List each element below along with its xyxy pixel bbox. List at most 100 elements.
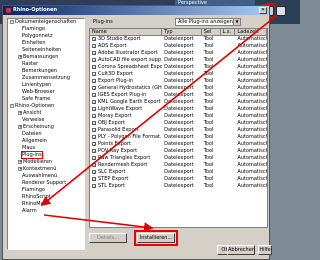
tree-item[interactable]: Flamingo bbox=[8, 187, 84, 194]
table-row[interactable]: STEP Export Dateiexport Tool Automatisch bbox=[90, 176, 267, 183]
tree-item[interactable]: RhinoMail bbox=[8, 201, 84, 208]
enabled-checkbox[interactable] bbox=[92, 71, 96, 76]
tree-item[interactable]: - Dokumenteigenschaften bbox=[8, 19, 84, 26]
enabled-checkbox[interactable] bbox=[92, 113, 96, 118]
close-button[interactable]: ✕ bbox=[259, 7, 267, 14]
tree-item[interactable]: +Erscheinung bbox=[8, 124, 84, 131]
tree-item[interactable]: Plug-ins bbox=[8, 151, 84, 159]
table-row[interactable]: Rendermesh Export Dateiexport Tool Automati… bbox=[90, 162, 267, 169]
enabled-checkbox[interactable] bbox=[92, 127, 96, 132]
table-row[interactable]: SLC Export Dateiexport Tool Automatisch bbox=[90, 169, 267, 176]
enabled-checkbox[interactable] bbox=[92, 162, 96, 167]
enabled-checkbox[interactable] bbox=[92, 43, 96, 48]
column-header-type[interactable]: Typ bbox=[162, 29, 202, 35]
expand-icon[interactable]: + bbox=[18, 159, 22, 164]
help-button[interactable]: Hilfe bbox=[258, 245, 272, 255]
column-header-ls[interactable]: L.s. bbox=[221, 29, 236, 35]
column-header-sel[interactable]: Sel bbox=[202, 29, 221, 35]
tree-item[interactable]: Dateien bbox=[8, 131, 84, 138]
column-header-loadtime[interactable]: Ladezeit bbox=[235, 29, 267, 35]
tree-item[interactable]: Safe Frame bbox=[8, 96, 84, 103]
tree-item[interactable]: Auswahlmenü bbox=[8, 173, 84, 180]
enabled-checkbox[interactable] bbox=[92, 106, 96, 111]
tree-item[interactable]: Polygonnetz bbox=[8, 33, 84, 40]
table-row[interactable]: KML Google Earth ExportDateiexport Tool Au… bbox=[90, 99, 267, 106]
enabled-checkbox[interactable] bbox=[92, 78, 96, 83]
tree-item[interactable]: Seiteneinheiten bbox=[8, 47, 84, 54]
details-button[interactable]: Details... bbox=[89, 233, 127, 243]
tree-item-label: Safe Frame bbox=[22, 96, 51, 102]
table-row[interactable]: OBJ Export Dateiexport Tool Automatisch bbox=[90, 120, 267, 127]
plugin-ls-cell bbox=[221, 176, 236, 183]
enabled-checkbox[interactable] bbox=[92, 57, 96, 62]
tree-item[interactable]: Renderer Support bbox=[8, 180, 84, 187]
enabled-checkbox[interactable] bbox=[92, 141, 96, 146]
tree-item[interactable]: Allgemein bbox=[8, 138, 84, 145]
table-row[interactable]: LightWave Export Dateiexport Tool Automatis… bbox=[90, 106, 267, 113]
plugin-sel-cell: Tool bbox=[203, 36, 214, 42]
table-row[interactable]: POV-Ray Export Dateiexport Tool Automatisch bbox=[90, 148, 267, 155]
options-tree[interactable]: - Dokumenteigenschaften Flamingo Polygonnet… bbox=[7, 18, 85, 250]
tree-item[interactable]: Flamingo bbox=[8, 26, 84, 33]
enabled-checkbox[interactable] bbox=[92, 85, 96, 90]
tree-item[interactable]: Web-Browser bbox=[8, 89, 84, 96]
enabled-checkbox[interactable] bbox=[92, 183, 96, 188]
table-row[interactable]: AutoCAD file export supp...Dateiexport To… bbox=[90, 57, 267, 64]
tree-item[interactable]: Zusammensetzung bbox=[8, 75, 84, 82]
collapse-icon[interactable]: - bbox=[10, 103, 14, 108]
column-header-name[interactable]: Name bbox=[90, 29, 163, 35]
table-row[interactable]: Moray Export Dateiexport Tool Automatisch bbox=[90, 113, 267, 120]
table-row[interactable]: 3D Studio Export Dateiexport Tool Automatis… bbox=[90, 36, 267, 43]
tree-item[interactable]: +Kontextmenü bbox=[8, 166, 84, 173]
tree-item[interactable]: Bemerkungen bbox=[8, 68, 84, 75]
plugin-loadtime-cell: Automatisch bbox=[237, 57, 267, 63]
expand-icon[interactable]: + bbox=[18, 54, 22, 59]
tree-item[interactable]: Maus bbox=[8, 145, 84, 152]
expand-icon[interactable]: + bbox=[18, 124, 22, 129]
table-row[interactable]: General Hydrostatics (GH...Dateiexport To… bbox=[90, 85, 267, 92]
toolbar-tool-icon[interactable] bbox=[276, 6, 286, 16]
table-row[interactable]: Parasolid Export Dateiexport Tool Automatis… bbox=[90, 127, 267, 134]
tree-item[interactable]: +Bemassungen bbox=[8, 54, 84, 61]
cancel-button[interactable]: Abbrechen bbox=[227, 245, 255, 255]
chevron-down-icon[interactable]: ▼ bbox=[233, 19, 240, 25]
table-row[interactable]: STL Export Dateiexport Tool Automatisch bbox=[90, 183, 267, 190]
tree-item[interactable]: +Ansicht bbox=[8, 110, 84, 117]
plugin-loadtime-cell: Automatisch bbox=[237, 36, 267, 42]
enabled-checkbox[interactable] bbox=[92, 169, 96, 174]
table-row[interactable]: Export Plug-in Dateiexport Tool Automatisch bbox=[90, 78, 267, 85]
enabled-checkbox[interactable] bbox=[92, 120, 96, 125]
enabled-checkbox[interactable] bbox=[92, 64, 96, 69]
table-row[interactable]: ADS Export Dateiexport Tool Automatisch bbox=[90, 43, 267, 50]
install-button[interactable]: Installieren... bbox=[134, 230, 178, 246]
expand-icon[interactable]: + bbox=[18, 110, 22, 115]
tree-item[interactable]: - Rhino-Optionen bbox=[8, 103, 84, 110]
expand-icon[interactable]: + bbox=[18, 166, 22, 171]
tree-item[interactable]: Linientypen bbox=[8, 82, 84, 89]
plugin-filter-dropdown[interactable]: Alle Plug-ins anzeigen ▼ bbox=[175, 18, 241, 26]
table-row[interactable]: IGES Export Plug-in Dateiexport Tool Automa… bbox=[90, 92, 267, 99]
table-row[interactable]: Raw Triangles Export Dateiexport Tool Autom… bbox=[90, 155, 267, 162]
enabled-checkbox[interactable] bbox=[92, 176, 96, 181]
table-row[interactable]: Points Export Dateiexport Tool Automatisch bbox=[90, 141, 267, 148]
enabled-checkbox[interactable] bbox=[92, 36, 96, 41]
table-row[interactable]: Corona Spreadsheet ExpoDateiexport Tool Au… bbox=[90, 64, 267, 71]
tree-item-label: Verweise bbox=[22, 117, 45, 123]
table-row[interactable]: Adobe Illustrator Export Dateiexport Tool A… bbox=[90, 50, 267, 57]
enabled-checkbox[interactable] bbox=[92, 134, 96, 139]
tree-item[interactable]: Raster bbox=[8, 61, 84, 68]
enabled-checkbox[interactable] bbox=[92, 99, 96, 104]
enabled-checkbox[interactable] bbox=[92, 50, 96, 55]
collapse-icon[interactable]: - bbox=[10, 19, 14, 24]
enabled-checkbox[interactable] bbox=[92, 155, 96, 160]
table-row[interactable]: PLY - Polygon File Format...Dateiexport T… bbox=[90, 134, 267, 141]
tree-item[interactable]: Einheiten bbox=[8, 40, 84, 47]
tree-item[interactable]: RhinoScript bbox=[8, 194, 84, 201]
tree-item[interactable]: +Modellieren bbox=[8, 159, 84, 166]
enabled-checkbox[interactable] bbox=[92, 148, 96, 153]
plugin-type-cell: Dateiexport bbox=[164, 183, 194, 189]
enabled-checkbox[interactable] bbox=[92, 92, 96, 97]
table-row[interactable]: Cult3D Export Dateiexport Tool Automatisch bbox=[90, 71, 267, 78]
tree-item[interactable]: Alarm bbox=[8, 208, 84, 215]
tree-item[interactable]: Verweise bbox=[8, 117, 84, 124]
